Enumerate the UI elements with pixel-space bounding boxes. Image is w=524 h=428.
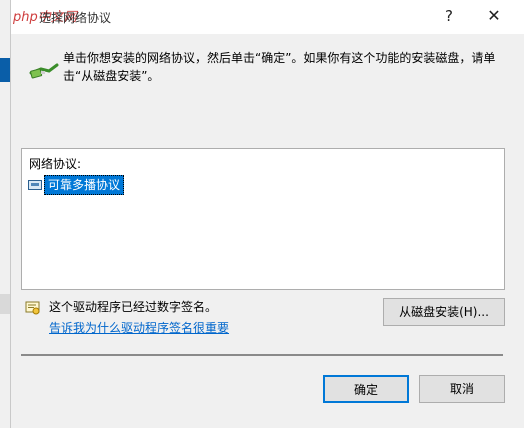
protocol-list-header: 网络协议: — [29, 157, 82, 171]
instruction-area: 单击你想安装的网络协议，然后单击“确定”。如果你有这个功能的安装磁盘，请单击“从… — [11, 34, 524, 130]
ok-button[interactable]: 确定 — [323, 375, 409, 403]
network-cable-icon — [29, 63, 59, 79]
background-panel — [0, 294, 10, 314]
title-bar: php中文网 选择网络协议 ? ✕ — [11, 0, 524, 34]
protocol-list-item[interactable]: 可靠多播协议 — [28, 175, 125, 195]
help-button[interactable]: ? — [441, 8, 457, 24]
protocol-list[interactable]: 网络协议: 可靠多播协议 — [21, 148, 505, 290]
close-button[interactable]: ✕ — [485, 6, 503, 26]
instruction-text: 单击你想安装的网络协议，然后单击“确定”。如果你有这个功能的安装磁盘，请单击“从… — [63, 51, 496, 83]
network-protocol-icon — [28, 180, 42, 190]
dialog-title: 选择网络协议 — [39, 11, 112, 25]
signature-info-link[interactable]: 告诉我为什么驱动程序签名很重要 — [49, 319, 229, 336]
certificate-icon — [25, 301, 40, 315]
protocol-list-item-label: 可靠多播协议 — [44, 175, 125, 195]
separator-line — [21, 354, 503, 356]
signature-status-text: 这个驱动程序已经过数字签名。 — [49, 300, 218, 314]
have-disk-button[interactable]: 从磁盘安装(H)... — [383, 298, 505, 326]
cancel-button[interactable]: 取消 — [419, 375, 505, 403]
select-network-protocol-dialog: php中文网 选择网络协议 ? ✕ 单击你想安装的网络协议，然后单击“确定”。如… — [10, 0, 524, 428]
